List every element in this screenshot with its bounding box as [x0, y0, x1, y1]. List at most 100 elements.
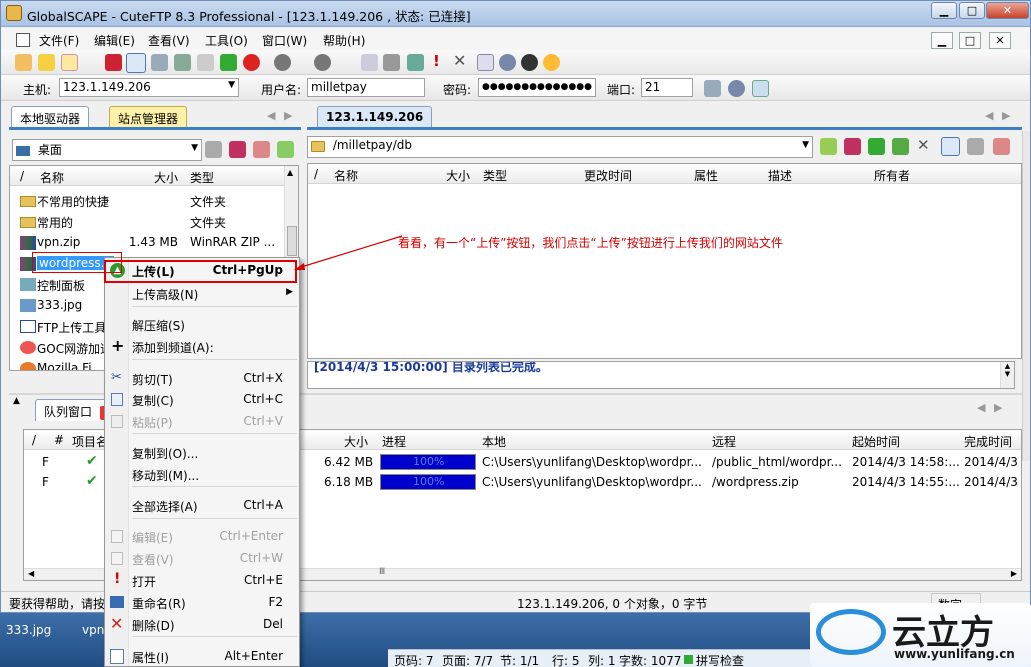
context-menu-item[interactable]: ✕ 删除(D) Del: [105, 614, 299, 635]
context-menu-item[interactable]: 解压缩(S): [105, 314, 299, 335]
col-type[interactable]: 类型: [190, 169, 214, 186]
sort-col[interactable]: /: [32, 433, 36, 447]
sync-icon[interactable]: [277, 141, 294, 158]
chevron-down-icon[interactable]: ▼: [228, 80, 235, 90]
tab-scroll-left-icon[interactable]: ◀: [267, 109, 275, 122]
context-menu-item[interactable]: 上传高级(N) ▶: [105, 283, 299, 304]
scroll-left-icon[interactable]: ◀: [28, 569, 34, 578]
context-menu-item[interactable]: 全部选择(A) Ctrl+A: [105, 495, 299, 516]
context-menu-item[interactable]: 复制到(O)...: [105, 442, 299, 463]
host-input[interactable]: 123.1.149.206 ▼: [59, 78, 239, 97]
queue-icon[interactable]: [197, 54, 214, 71]
chevron-down-icon[interactable]: ▼: [802, 140, 809, 150]
tab-scroll-left-icon[interactable]: ◀: [977, 401, 985, 414]
menu-window[interactable]: 窗口(W): [262, 32, 307, 49]
col-name[interactable]: 名称: [40, 169, 64, 186]
folder-up-icon[interactable]: [205, 141, 222, 158]
new-icon[interactable]: [61, 54, 78, 71]
exclamation-icon[interactable]: !: [433, 52, 440, 70]
add-site-icon[interactable]: [752, 80, 769, 97]
taskbar-item-vpn[interactable]: vpn: [82, 623, 104, 637]
tab-site-manager[interactable]: 站点管理器: [109, 106, 188, 128]
col-item[interactable]: 项目名: [72, 433, 108, 450]
maximize-button[interactable]: □: [959, 2, 985, 19]
context-menu-item[interactable]: ✂ 剪切(T) Ctrl+X: [105, 368, 299, 389]
document-icon[interactable]: [16, 33, 30, 47]
edit-file-icon[interactable]: [361, 54, 378, 71]
tab-scroll-right-icon[interactable]: ▶: [284, 109, 292, 122]
context-menu-item[interactable]: 属性(I) Alt+Enter: [105, 646, 299, 667]
port-input[interactable]: 21: [641, 78, 693, 97]
bookmark-icon[interactable]: [229, 141, 246, 158]
bookmark-icon[interactable]: [844, 138, 861, 155]
mdi-minimize-button[interactable]: ▁: [931, 32, 953, 49]
app-icon[interactable]: [6, 5, 22, 21]
chevron-down-icon[interactable]: ▼: [191, 143, 198, 153]
col-desc[interactable]: 描述: [768, 167, 792, 184]
quick-connect-icon[interactable]: [704, 80, 721, 97]
col-owner[interactable]: 所有者: [874, 167, 910, 184]
col-start[interactable]: 起始时间: [852, 433, 900, 450]
upload-toolbar-icon[interactable]: [314, 54, 331, 71]
delete-toolbar-icon[interactable]: ✕: [453, 51, 466, 70]
properties-toolbar-icon[interactable]: [477, 54, 494, 71]
download-icon[interactable]: [274, 54, 291, 71]
open-icon[interactable]: [407, 54, 424, 71]
view-mode-icon[interactable]: [941, 137, 960, 156]
mdi-close-button[interactable]: ✕: [989, 32, 1011, 49]
col-type[interactable]: 类型: [483, 167, 507, 184]
wizard-icon[interactable]: [38, 54, 55, 71]
context-menu-item[interactable]: + 添加到频道(A):: [105, 336, 299, 357]
username-input[interactable]: milletpay: [307, 78, 425, 97]
col-num[interactable]: #: [54, 433, 64, 447]
filter-icon[interactable]: [967, 138, 984, 155]
stop-icon[interactable]: [174, 54, 191, 71]
password-input[interactable]: ●●●●●●●●●●●●●●: [478, 78, 596, 97]
new-folder-icon[interactable]: [253, 141, 270, 158]
menu-edit[interactable]: 编辑(E): [94, 32, 135, 49]
context-menu-item[interactable]: 复制(C) Ctrl+C: [105, 389, 299, 410]
menu-view[interactable]: 查看(V): [148, 32, 190, 49]
sort-col[interactable]: /: [314, 167, 318, 181]
local-file-row[interactable]: 不常用的快捷 文件夹: [10, 190, 284, 211]
rename-toolbar-icon[interactable]: [383, 54, 400, 71]
tab-local-drive[interactable]: 本地驱动器: [11, 106, 90, 128]
collapse-icon[interactable]: ▲: [13, 396, 20, 406]
new-folder-icon[interactable]: [993, 138, 1010, 155]
close-button[interactable]: ✕: [986, 2, 1029, 19]
col-done[interactable]: 完成时间: [964, 433, 1012, 450]
refresh-icon[interactable]: [868, 138, 885, 155]
connect-settings-icon[interactable]: [728, 80, 745, 97]
headphones-icon[interactable]: [521, 54, 538, 71]
refresh-icon[interactable]: [220, 54, 237, 71]
taskbar-item-333jpg[interactable]: 333.jpg: [6, 623, 51, 637]
settings-icon[interactable]: [499, 54, 516, 71]
col-progress[interactable]: 进程: [382, 433, 406, 450]
log-scrollbar[interactable]: ▲ ▼: [1000, 362, 1014, 388]
help-icon[interactable]: [543, 54, 560, 71]
abort-icon[interactable]: [243, 54, 260, 71]
col-remote[interactable]: 远程: [712, 433, 736, 450]
scroll-up-icon[interactable]: ▲: [287, 168, 293, 177]
col-size[interactable]: 大小: [154, 169, 178, 186]
select-icon[interactable]: [126, 53, 146, 73]
tab-scroll-left-icon[interactable]: ◀: [985, 109, 993, 122]
doc-spell[interactable]: 拼写检查: [696, 652, 744, 667]
tab-scroll-right-icon[interactable]: ▶: [1002, 109, 1010, 122]
local-file-row[interactable]: 常用的 文件夹: [10, 211, 284, 232]
local-file-row[interactable]: vpn.zip 1.43 MB WinRAR ZIP ...: [10, 232, 284, 253]
delete-icon[interactable]: ✕: [917, 136, 930, 154]
remote-file-list[interactable]: / 名称 大小 类型 更改时间 属性 描述 所有者: [307, 163, 1022, 359]
col-modified[interactable]: 更改时间: [584, 167, 632, 184]
context-menu-item[interactable]: 移动到(M)...: [105, 464, 299, 485]
scroll-right-icon[interactable]: ▶: [1011, 569, 1017, 578]
col-size[interactable]: 大小: [344, 433, 368, 450]
reconnect-icon[interactable]: [151, 54, 168, 71]
menu-help[interactable]: 帮助(H): [323, 32, 365, 49]
title-bar[interactable]: GlobalSCAPE - CuteFTP 8.3 Professional -…: [1, 1, 1030, 27]
scroll-grip-icon[interactable]: Ⅲ: [379, 567, 385, 577]
menu-tools[interactable]: 工具(O): [205, 32, 248, 49]
local-location-select[interactable]: 桌面 ▼: [12, 139, 202, 161]
col-name[interactable]: 名称: [334, 167, 358, 184]
connect-icon[interactable]: [15, 54, 32, 71]
